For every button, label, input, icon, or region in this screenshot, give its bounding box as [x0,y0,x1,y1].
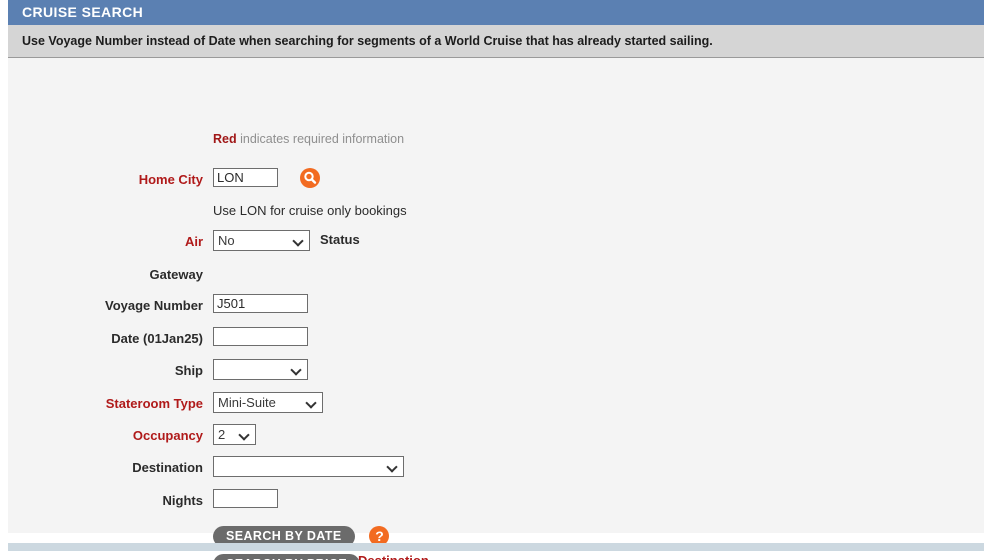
air-field-group: No [213,230,310,251]
row-stateroom-type: Stateroom Type Mini-Suite [8,392,984,424]
ship-select[interactable] [213,359,308,380]
chevron-down-icon [240,431,249,437]
nights-label: Nights [162,493,203,508]
row-home-city: Home City [8,168,984,200]
occupancy-select-value: 2 [218,427,226,442]
occupancy-select[interactable]: 2 [213,424,256,445]
stateroom-type-field-group: Mini-Suite [213,392,323,413]
voyage-number-label: Voyage Number [104,298,203,313]
chevron-down-icon [307,399,316,405]
ship-label: Ship [174,363,203,378]
instruction-banner: Use Voyage Number instead of Date when s… [8,25,984,58]
row-nights: Nights [8,489,984,521]
page-title: CRUISE SEARCH [8,0,984,25]
cruise-search-form: Red indicates required information Home … [8,58,984,560]
home-city-hint: Use LON for cruise only bookings [213,203,407,218]
required-legend-text: indicates required information [236,132,405,146]
air-label: Air [184,234,203,249]
gateway-label: Gateway [149,267,203,282]
row-ship: Ship [8,359,984,391]
stateroom-type-label: Stateroom Type [105,396,203,411]
home-city-label: Home City [138,172,203,187]
destination-label: Destination [132,460,203,475]
chevron-down-icon [292,366,301,372]
nights-input[interactable] [213,489,278,508]
footer-bar [8,543,984,551]
row-destination: Destination [8,456,984,488]
voyage-number-field-group [213,294,308,313]
required-legend-keyword: Red [213,132,237,146]
ship-field-group [213,359,308,380]
destination-select[interactable] [213,456,404,477]
date-input[interactable] [213,327,308,346]
nights-field-group [213,489,278,508]
date-label: Date (01Jan25) [111,331,203,346]
cruise-search-page: CRUISE SEARCH Use Voyage Number instead … [0,0,1001,560]
voyage-number-input[interactable] [213,294,308,313]
row-search-by-price: SEARCH BY PRICE [8,554,984,560]
date-field-group [213,327,308,346]
status-label: Status [320,232,360,247]
search-icon[interactable] [299,168,320,188]
row-voyage-number: Voyage Number [8,294,984,326]
search-by-price-button[interactable]: SEARCH BY PRICE [213,554,361,560]
destination-field-group [213,456,404,477]
occupancy-field-group: 2 [213,424,256,445]
stateroom-type-select[interactable]: Mini-Suite [213,392,323,413]
search-by-price-group: SEARCH BY PRICE [213,554,361,560]
stateroom-type-select-value: Mini-Suite [218,395,276,410]
chevron-down-icon [388,463,397,469]
air-select[interactable]: No [213,230,310,251]
cruise-search-panel: CRUISE SEARCH Use Voyage Number instead … [8,0,984,560]
row-occupancy: Occupancy 2 [8,424,984,456]
chevron-down-icon [294,237,303,243]
required-legend: Red indicates required information [213,132,404,146]
home-city-field-group [213,168,320,188]
row-date: Date (01Jan25) [8,327,984,359]
row-air: Air No Status [8,230,984,262]
home-city-input[interactable] [213,168,278,187]
row-gateway: Gateway [8,263,984,295]
error-message: Destination Required [358,554,453,560]
air-select-value: No [218,233,235,248]
occupancy-label: Occupancy [132,428,203,443]
